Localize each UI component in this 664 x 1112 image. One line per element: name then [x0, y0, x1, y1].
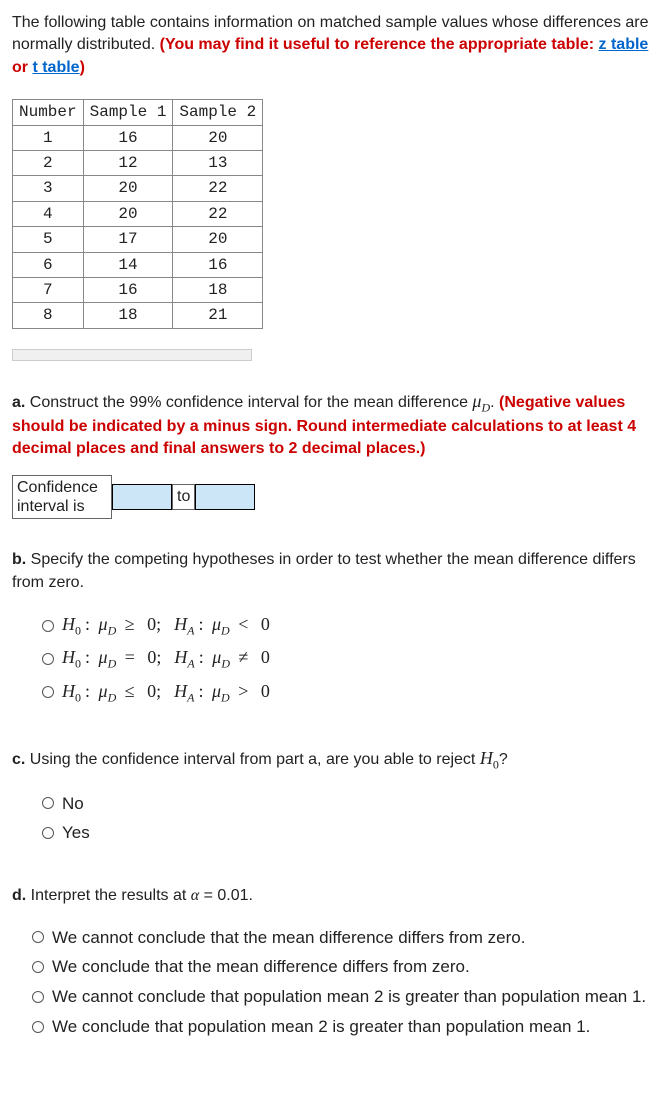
radio-icon[interactable]: [42, 620, 54, 632]
sample-data-table: Number Sample 1 Sample 2 11620 21213 320…: [12, 99, 263, 329]
t-table-link[interactable]: t table: [32, 59, 79, 76]
table-row: 42022: [13, 201, 263, 226]
table-scrollbar[interactable]: [12, 349, 252, 361]
table-row: 51720: [13, 227, 263, 252]
part-c-question: c. Using the confidence interval from pa…: [12, 746, 652, 773]
table-row: 61416: [13, 252, 263, 277]
option-no[interactable]: No: [42, 792, 652, 816]
table-row: 71618: [13, 277, 263, 302]
table-row: 11620: [13, 125, 263, 150]
radio-icon[interactable]: [32, 991, 44, 1003]
part-d-options: We cannot conclude that the mean differe…: [32, 926, 652, 1039]
radio-icon[interactable]: [32, 931, 44, 943]
ci-upper-input[interactable]: [195, 484, 255, 510]
interpretation-option[interactable]: We cannot conclude that the mean differe…: [32, 926, 652, 950]
radio-icon[interactable]: [42, 653, 54, 665]
ci-lower-input[interactable]: [112, 484, 172, 510]
ci-to-label: to: [172, 484, 195, 510]
hypothesis-option[interactable]: H0: μD ≥ 0; HA: μD < 0: [42, 612, 652, 639]
col-sample1: Sample 1: [83, 100, 173, 125]
radio-icon[interactable]: [42, 797, 54, 809]
hypothesis-option[interactable]: H0: μD = 0; HA: μD ≠ 0: [42, 645, 652, 672]
intro-text: The following table contains information…: [12, 12, 652, 79]
part-d-question: d. Interpret the results at α = 0.01.: [12, 885, 652, 907]
part-c-options: No Yes: [42, 792, 652, 846]
hypothesis-option[interactable]: H0: μD ≤ 0; HA: μD > 0: [42, 679, 652, 706]
col-sample2: Sample 2: [173, 100, 263, 125]
confidence-interval-row: Confidence interval is to: [12, 475, 652, 519]
interpretation-option[interactable]: We conclude that population mean 2 is gr…: [32, 1015, 652, 1039]
ci-label: Confidence interval is: [12, 475, 112, 519]
radio-icon[interactable]: [42, 827, 54, 839]
part-b-options: H0: μD ≥ 0; HA: μD < 0 H0: μD = 0; HA: μ…: [42, 612, 652, 706]
interpretation-option[interactable]: We conclude that the mean difference dif…: [32, 955, 652, 979]
radio-icon[interactable]: [32, 961, 44, 973]
interpretation-option[interactable]: We cannot conclude that population mean …: [32, 985, 652, 1009]
table-row: 32022: [13, 176, 263, 201]
radio-icon[interactable]: [32, 1021, 44, 1033]
z-table-link[interactable]: z table: [599, 36, 649, 53]
radio-icon[interactable]: [42, 686, 54, 698]
col-number: Number: [13, 100, 84, 125]
table-row: 21213: [13, 150, 263, 175]
option-yes[interactable]: Yes: [42, 821, 652, 845]
part-a-question: a. Construct the 99% confidence interval…: [12, 389, 652, 461]
part-b-question: b. Specify the competing hypotheses in o…: [12, 549, 652, 594]
table-row: 81821: [13, 303, 263, 328]
